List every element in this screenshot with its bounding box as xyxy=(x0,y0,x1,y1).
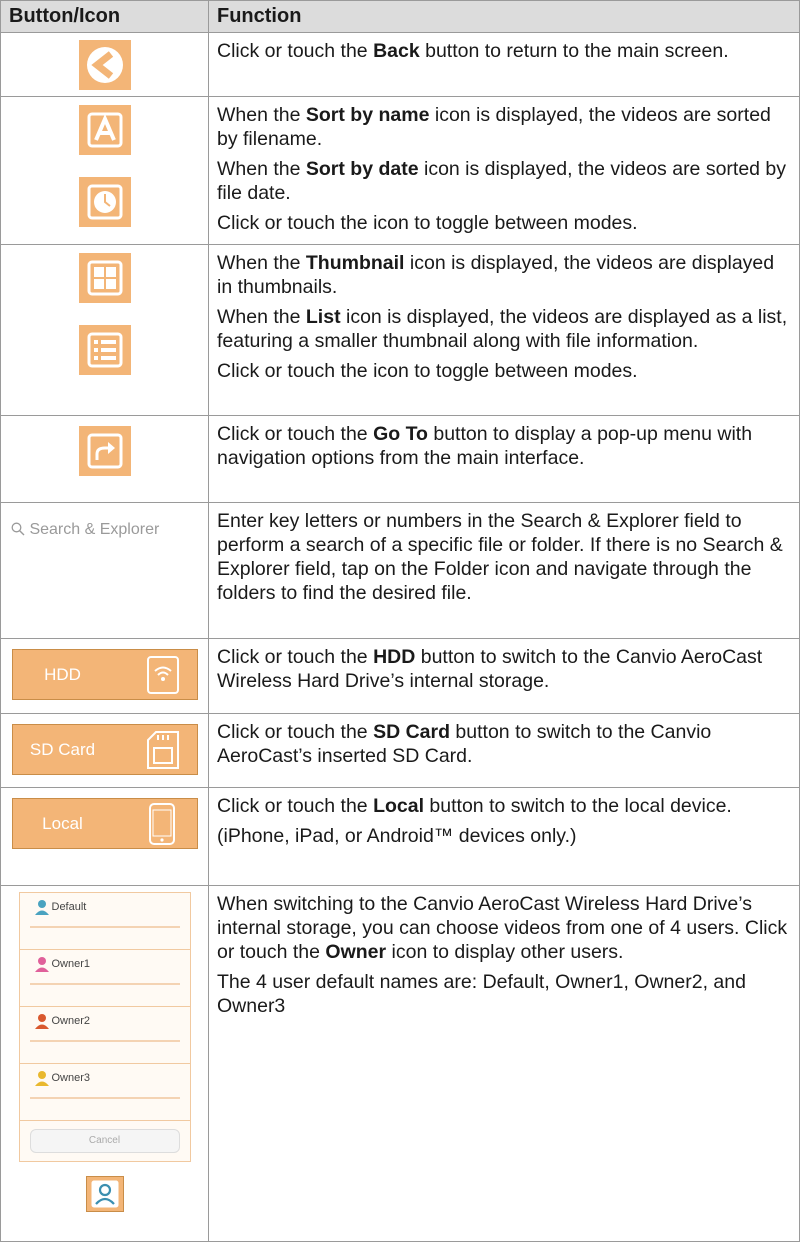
table-row-sd-card: SD Card Click or touch the SD Card butto… xyxy=(0,713,800,788)
table-row-search: Search & Explorer Enter key letters or n… xyxy=(0,502,800,639)
sort-by-date-icon[interactable] xyxy=(78,177,131,227)
cancel-button[interactable]: Cancel xyxy=(29,1129,180,1153)
table-row-local: Local Click or touch the Local button to… xyxy=(0,787,800,886)
sd-card-button[interactable]: SD Card xyxy=(11,724,198,775)
search-description: Enter key letters or numbers in the Sear… xyxy=(217,510,783,604)
local-devices-note: (iPhone, iPad, or Android™ devices only.… xyxy=(217,825,577,847)
column-header-function: Function xyxy=(208,0,800,33)
column-header-button-icon: Button/Icon xyxy=(0,0,209,33)
function-cell: Click or touch the Local button to switc… xyxy=(208,787,800,886)
owner-default-names: The 4 user default names are: Default, O… xyxy=(217,971,746,1017)
sd-card-button-label: SD Card xyxy=(29,740,96,759)
owner-option-name: Owner1 xyxy=(51,958,91,970)
owner-option-name: Owner2 xyxy=(51,1015,91,1027)
hdd-button[interactable]: HDD xyxy=(11,649,198,700)
owner-option-caption xyxy=(29,983,180,985)
local-description: Click or touch the Local button to switc… xyxy=(217,795,732,817)
table-row-goto: Click or touch the Go To button to displ… xyxy=(0,415,800,503)
search-field[interactable]: Search & Explorer xyxy=(1,503,208,539)
owner-option-default[interactable]: Default xyxy=(19,893,190,950)
sort-by-name-description: When the Sort by name icon is displayed,… xyxy=(217,104,771,150)
owner-option-name: Default xyxy=(51,901,87,913)
owner-option-owner2[interactable]: Owner2 xyxy=(19,1007,190,1064)
icon-cell xyxy=(0,244,209,416)
owner-description: When switching to the Canvio AeroCast Wi… xyxy=(217,893,788,963)
search-field-label: Search & Explorer xyxy=(29,521,160,538)
function-cell: When the Thumbnail icon is displayed, th… xyxy=(208,244,800,416)
function-cell: Click or touch the Go To button to displ… xyxy=(208,415,800,503)
local-button-label: Local xyxy=(42,814,83,833)
table-row-hdd: HDD Click or touch the HDD button to swi… xyxy=(0,638,800,714)
function-cell: Click or touch the Back button to return… xyxy=(208,32,800,97)
table-header-row: Button/Icon Function xyxy=(0,0,800,33)
local-button[interactable]: Local xyxy=(11,798,198,849)
icon-cell: SD Card xyxy=(0,713,209,788)
user-avatar-icon xyxy=(34,957,49,972)
hard-drive-wifi-icon xyxy=(146,656,179,694)
owner-option-owner1[interactable]: Owner1 xyxy=(19,950,190,1007)
back-description: Click or touch the Back button to return… xyxy=(217,40,729,62)
icon-cell: HDD xyxy=(0,638,209,714)
icon-cell: Search & Explorer xyxy=(0,502,209,639)
user-avatar-icon xyxy=(34,900,49,915)
list-icon[interactable] xyxy=(78,325,131,375)
function-cell: When switching to the Canvio AeroCast Wi… xyxy=(208,885,800,1242)
owner-option-caption xyxy=(29,1097,180,1099)
hdd-button-label: HDD xyxy=(44,665,81,684)
search-icon xyxy=(11,522,25,536)
sort-by-name-icon[interactable] xyxy=(78,105,131,155)
go-to-description: Click or touch the Go To button to displ… xyxy=(217,423,753,469)
function-cell: Click or touch the HDD button to switch … xyxy=(208,638,800,714)
owner-option-owner3[interactable]: Owner3 xyxy=(19,1064,190,1121)
sort-toggle-note: Click or touch the icon to toggle betwee… xyxy=(217,212,638,234)
function-cell: When the Sort by name icon is displayed,… xyxy=(208,96,800,245)
table-row-view: When the Thumbnail icon is displayed, th… xyxy=(0,244,800,416)
function-table: Button/Icon Function Click or touch the … xyxy=(0,0,800,1242)
owner-option-name: Owner3 xyxy=(51,1072,91,1084)
sd-card-description: Click or touch the SD Card button to swi… xyxy=(217,721,712,767)
back-icon[interactable] xyxy=(78,40,131,90)
table-row-back: Click or touch the Back button to return… xyxy=(0,32,800,97)
icon-cell xyxy=(0,415,209,503)
sort-by-date-description: When the Sort by date icon is displayed,… xyxy=(217,158,787,204)
sd-card-icon xyxy=(146,731,179,769)
view-toggle-note: Click or touch the icon to toggle betwee… xyxy=(217,360,638,382)
user-avatar-icon xyxy=(34,1071,49,1086)
user-avatar-icon xyxy=(34,1014,49,1029)
owner-option-caption xyxy=(29,1040,180,1042)
thumbnail-description: When the Thumbnail icon is displayed, th… xyxy=(217,252,775,298)
go-to-icon[interactable] xyxy=(78,426,131,476)
owner-select-panel: Default Owner1 Owner2 Owner3 Cancel xyxy=(18,892,191,1162)
function-cell: Click or touch the SD Card button to swi… xyxy=(208,713,800,788)
table-row-sort: When the Sort by name icon is displayed,… xyxy=(0,96,800,245)
hdd-description: Click or touch the HDD button to switch … xyxy=(217,646,763,692)
phone-icon xyxy=(148,803,175,845)
thumbnail-icon[interactable] xyxy=(78,253,131,303)
icon-cell: Local xyxy=(0,787,209,886)
function-cell: Enter key letters or numbers in the Sear… xyxy=(208,502,800,639)
list-description: When the List icon is displayed, the vid… xyxy=(217,306,788,352)
icon-cell xyxy=(0,96,209,245)
owner-button[interactable] xyxy=(85,1176,124,1212)
icon-cell: Default Owner1 Owner2 Owner3 Cancel xyxy=(0,885,209,1242)
owner-option-caption xyxy=(29,926,180,928)
icon-cell xyxy=(0,32,209,97)
table-row-owner: Default Owner1 Owner2 Owner3 Cancel When… xyxy=(0,885,800,1242)
owner-icon xyxy=(91,1180,118,1208)
